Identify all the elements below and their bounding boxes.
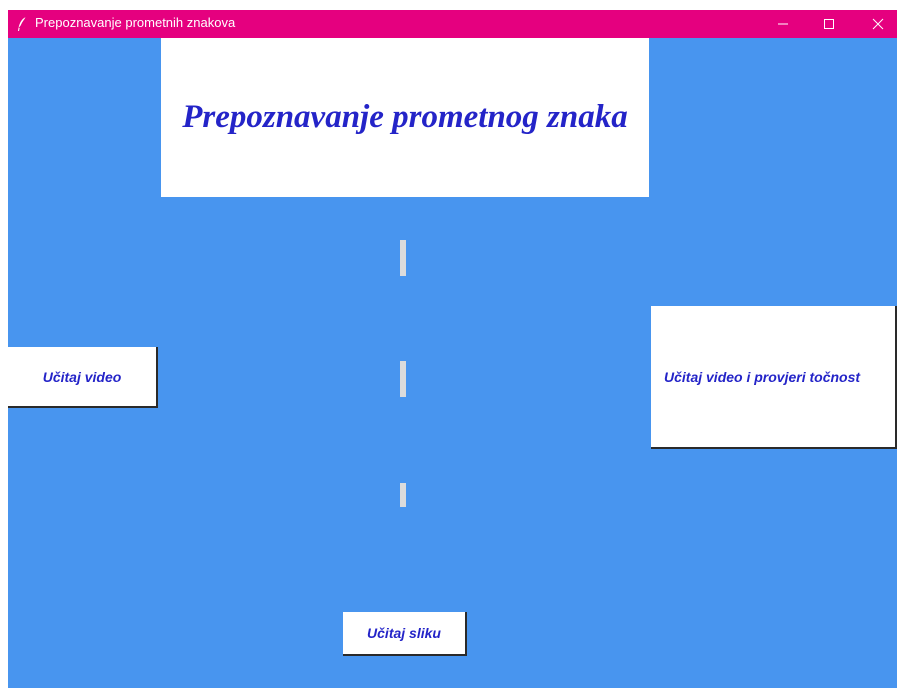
window-title: Prepoznavanje prometnih znakova xyxy=(35,15,236,30)
title-bar[interactable]: Prepoznavanje prometnih znakova xyxy=(8,10,897,38)
app-window: Prepoznavanje prometnih znakova Prepozna… xyxy=(8,10,897,688)
close-icon xyxy=(872,18,884,30)
load-image-button[interactable]: Učitaj sliku xyxy=(343,612,467,656)
minimize-icon xyxy=(778,23,788,25)
minimize-button[interactable] xyxy=(760,10,806,38)
maximize-button[interactable] xyxy=(806,10,852,38)
heading-panel: Prepoznavanje prometnog znaka xyxy=(161,38,649,197)
maximize-icon xyxy=(824,19,834,29)
page-title: Prepoznavanje prometnog znaka xyxy=(182,99,628,135)
load-video-button[interactable]: Učitaj video xyxy=(8,347,158,408)
lane-marking xyxy=(400,361,406,397)
close-button[interactable] xyxy=(855,10,897,38)
lane-marking xyxy=(400,483,406,507)
feather-icon xyxy=(18,16,27,31)
lane-marking xyxy=(400,240,406,276)
load-video-check-accuracy-button[interactable]: Učitaj video i provjeri točnost xyxy=(651,306,897,449)
